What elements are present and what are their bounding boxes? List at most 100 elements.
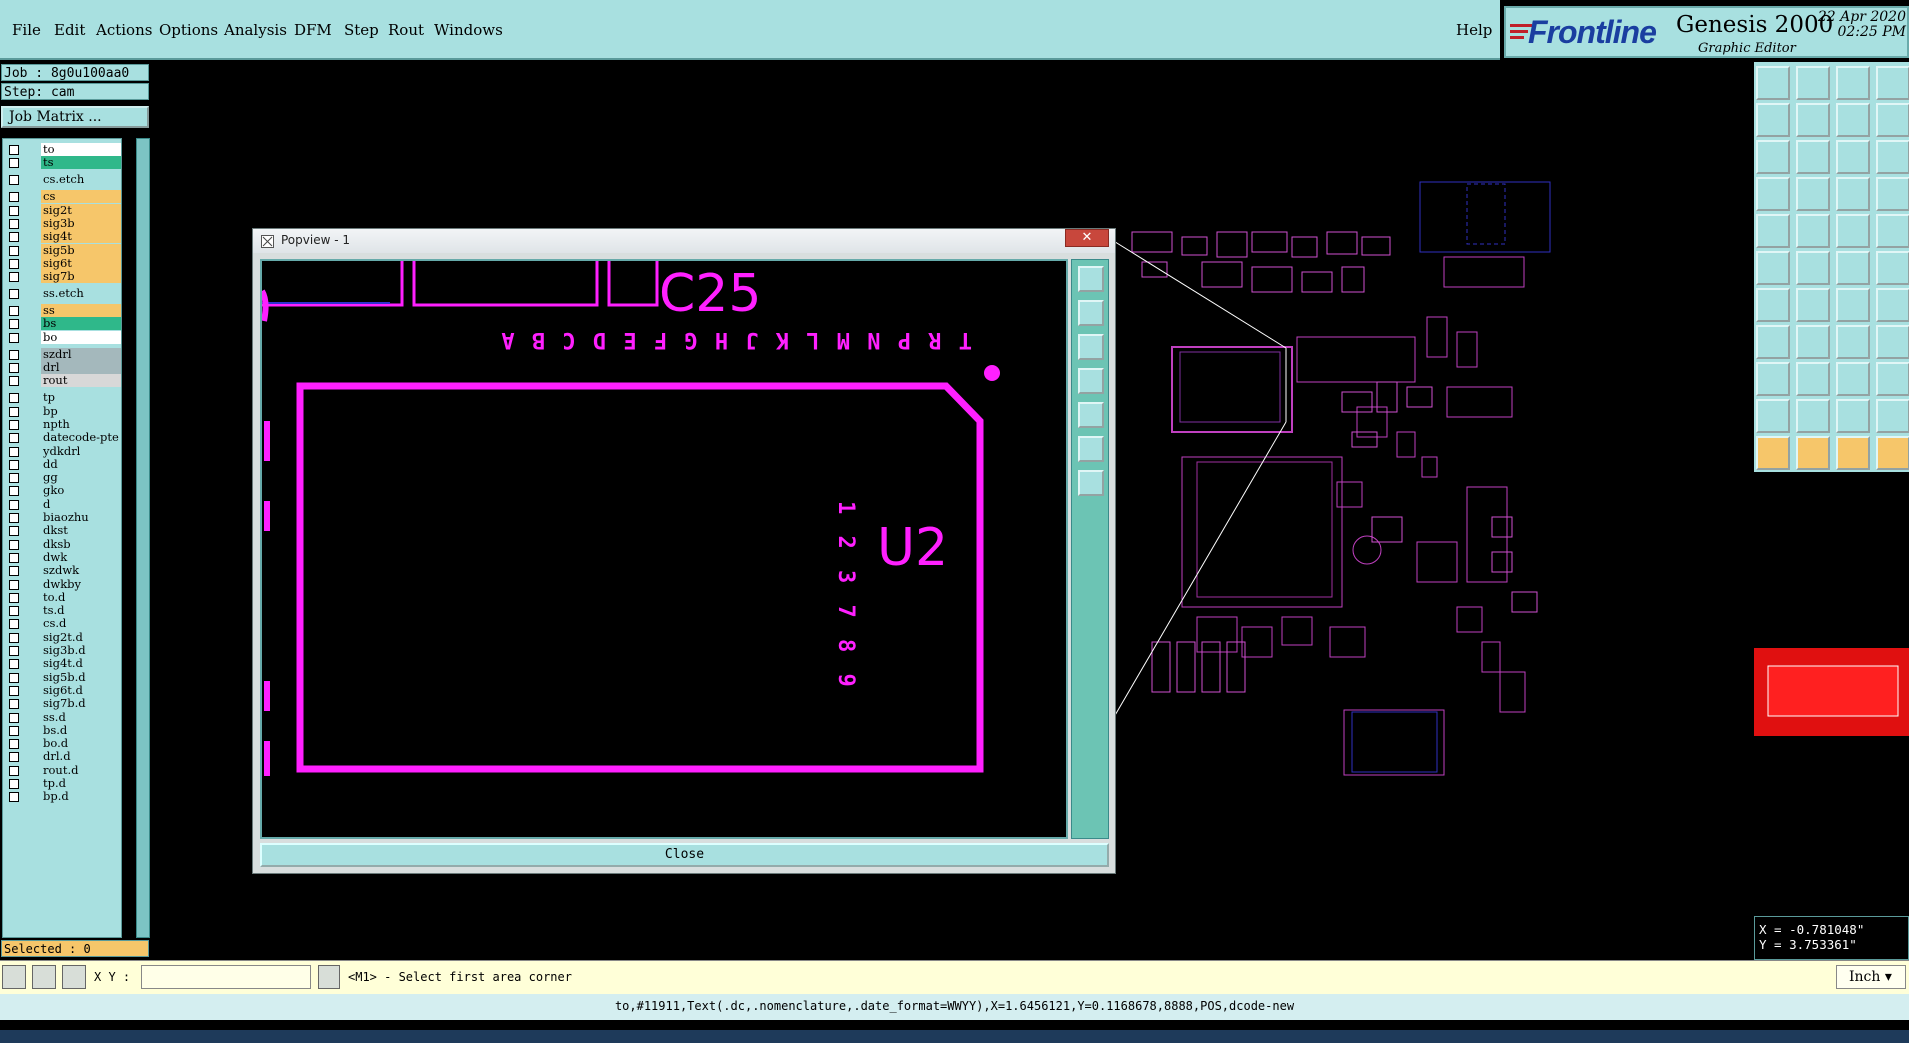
menu-actions[interactable]: Actions [96, 21, 152, 39]
layer-checkbox[interactable] [9, 752, 19, 763]
layer-checkbox[interactable] [9, 192, 19, 203]
xy-input[interactable] [141, 965, 311, 989]
layer-checkbox[interactable] [9, 306, 19, 317]
tool-button[interactable] [1876, 251, 1909, 285]
layer-checkbox[interactable] [9, 218, 19, 229]
tool-button[interactable] [1796, 325, 1830, 359]
layer-row[interactable]: sig5b [5, 243, 121, 258]
tool-button[interactable] [1836, 325, 1870, 359]
layer-row[interactable]: sig2t [5, 203, 121, 218]
layer-name[interactable]: to [41, 143, 121, 156]
layer-row[interactable]: cs [5, 190, 121, 204]
tool-button[interactable] [1796, 288, 1830, 322]
info-icon[interactable] [318, 965, 340, 989]
layer-name[interactable]: ts.d [41, 604, 121, 618]
layer-name[interactable]: rout.d [41, 763, 121, 777]
menu-options[interactable]: Options [159, 21, 218, 39]
angle-icon[interactable] [32, 965, 56, 989]
tool-button[interactable] [1836, 140, 1870, 174]
layer-row[interactable]: bp.d [5, 790, 121, 804]
layer-name[interactable]: dksb [41, 537, 121, 551]
tool-button[interactable] [1756, 325, 1790, 359]
tool-button[interactable] [1756, 436, 1790, 470]
menu-dfm[interactable]: DFM [294, 21, 332, 39]
tool-button[interactable] [1836, 362, 1870, 396]
layer-checkbox[interactable] [9, 779, 19, 789]
layer-row[interactable]: ts [5, 156, 121, 170]
layer-checkbox[interactable] [9, 592, 19, 603]
layer-checkbox[interactable] [9, 363, 19, 373]
layer-name[interactable]: to.d [41, 590, 121, 604]
layer-row[interactable]: szdwk [5, 564, 121, 578]
layer-row[interactable]: to [5, 143, 121, 157]
units-select[interactable]: Inch ▾ [1836, 965, 1906, 989]
layer-checkbox[interactable] [9, 672, 19, 683]
layer-row[interactable]: to.d [5, 590, 121, 605]
tool-button[interactable] [1796, 103, 1830, 137]
tool-button[interactable] [1836, 399, 1870, 433]
layer-name[interactable]: bp [41, 404, 121, 418]
tool-button[interactable] [1836, 66, 1870, 100]
layer-name[interactable]: ss [41, 304, 121, 318]
tool-button[interactable] [1876, 288, 1909, 322]
menu-edit[interactable]: Edit [54, 21, 85, 39]
menu-windows[interactable]: Windows [434, 21, 503, 39]
layer-checkbox[interactable] [9, 393, 19, 404]
layer-row[interactable]: npth [5, 417, 121, 432]
layer-row[interactable]: drl [5, 361, 121, 375]
layer-name[interactable]: tp.d [41, 777, 121, 790]
tool-button[interactable] [1756, 251, 1790, 285]
layer-name[interactable]: sig5b.d [41, 670, 121, 684]
layer-name[interactable]: sig2t.d [41, 630, 121, 644]
layer-checkbox[interactable] [9, 332, 19, 343]
tool-button[interactable] [1876, 325, 1909, 359]
window-close-button[interactable]: ✕ [1065, 229, 1109, 247]
layer-name[interactable]: sig7b [41, 270, 121, 284]
layer-row[interactable]: ydkdrl [5, 444, 121, 459]
layer-checkbox[interactable] [9, 319, 19, 330]
menu-rout[interactable]: Rout [388, 21, 424, 39]
layer-checkbox[interactable] [9, 526, 19, 537]
layer-name[interactable]: bs.d [41, 723, 121, 737]
layer-name[interactable]: bs [41, 317, 121, 331]
layer-row[interactable]: ss.etch [5, 287, 121, 301]
layer-row[interactable]: datecode-pte [5, 431, 121, 445]
menu-help[interactable]: Help [1456, 21, 1492, 39]
layer-name[interactable]: gg [41, 471, 121, 485]
layer-row[interactable]: sig4t [5, 230, 121, 244]
tool-button[interactable] [1876, 66, 1909, 100]
tool-button[interactable] [1876, 140, 1909, 174]
layer-name[interactable]: ss.etch [41, 287, 121, 301]
layer-name[interactable]: sig4t.d [41, 657, 121, 671]
layer-name[interactable]: szdwk [41, 564, 121, 578]
tool-button[interactable] [1836, 177, 1870, 211]
layer-name[interactable]: ydkdrl [41, 444, 121, 458]
zoom-out-tool[interactable] [1078, 470, 1104, 496]
layer-checkbox[interactable] [9, 632, 19, 643]
layer-name[interactable]: sig5b [41, 243, 121, 257]
snap-icon[interactable] [2, 965, 26, 989]
layer-checkbox[interactable] [9, 739, 19, 750]
tool-button[interactable] [1796, 436, 1830, 470]
layer-checkbox[interactable] [9, 725, 19, 736]
tool-button[interactable] [1756, 362, 1790, 396]
grid-icon[interactable] [62, 965, 86, 989]
layer-row[interactable]: rout.d [5, 763, 121, 778]
tool-button[interactable] [1796, 251, 1830, 285]
layer-checkbox[interactable] [9, 659, 19, 670]
tool-button[interactable] [1756, 177, 1790, 211]
layer-checkbox[interactable] [9, 473, 19, 484]
layer-name[interactable]: dkst [41, 524, 121, 538]
layer-name[interactable]: cs.etch [41, 173, 121, 187]
tool-button[interactable] [1756, 66, 1790, 100]
layer-name[interactable]: sig7b.d [41, 697, 121, 711]
layer-name[interactable]: d [41, 497, 121, 511]
layer-checkbox[interactable] [9, 579, 19, 590]
layer-row[interactable]: sig3b [5, 216, 121, 231]
tool-button[interactable] [1796, 362, 1830, 396]
layer-checkbox[interactable] [9, 699, 19, 710]
layer-row[interactable]: ss.d [5, 710, 121, 725]
layer-row[interactable]: biaozhu [5, 511, 121, 525]
zoom-home-tool[interactable] [1078, 266, 1104, 292]
menu-step[interactable]: Step [344, 21, 379, 39]
